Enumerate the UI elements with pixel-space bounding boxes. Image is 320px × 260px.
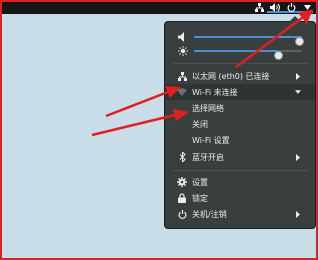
annotation-arrow-select-network <box>91 109 189 137</box>
annotation-arrows <box>91 9 313 137</box>
annotation-arrow-tray <box>235 9 313 69</box>
annotation-arrow-wifi <box>105 86 181 118</box>
